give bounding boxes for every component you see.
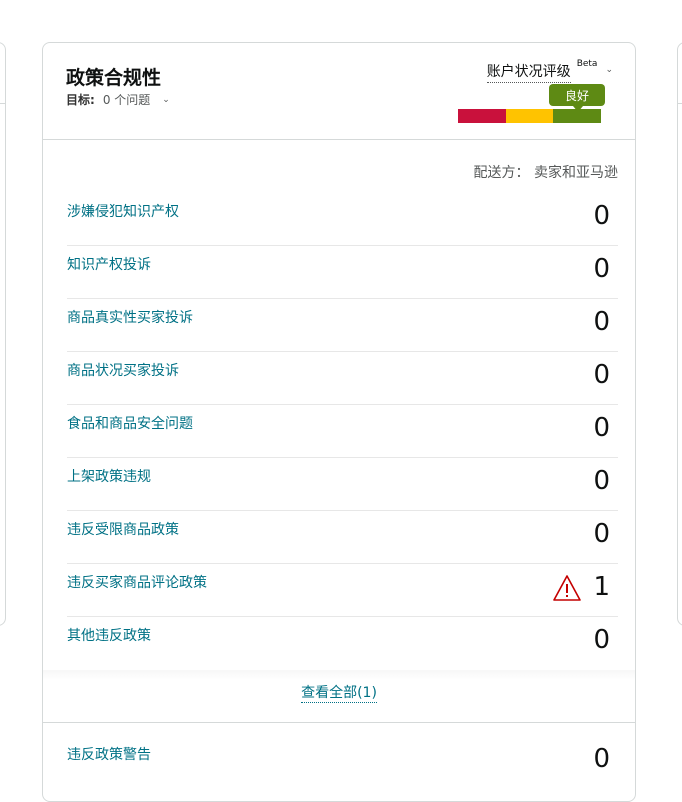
ahr-label[interactable]: 账户状况评级 — [486, 61, 571, 83]
violation-count: 1 — [593, 572, 610, 602]
target-value: 0 个问题 — [102, 93, 151, 107]
violation-list: 涉嫌侵犯知识产权 0 知识产权投诉 0 商品真实性买家投诉 0 商品状况买家投诉… — [67, 193, 618, 670]
violation-row: 其他违反政策 0 — [67, 617, 618, 670]
violation-row: 上架政策违规 0 — [67, 458, 618, 511]
violation-count: 0 — [593, 254, 610, 284]
violation-link[interactable]: 其他违反政策 — [67, 625, 151, 645]
fulfillment-filter: 配送方： 卖家和亚马逊 — [473, 165, 618, 181]
violation-count: 0 — [593, 201, 610, 231]
violation-link[interactable]: 商品真实性买家投诉 — [67, 307, 193, 327]
account-health-rating-header[interactable]: 账户状况评级 Beta ⌄ — [486, 59, 613, 83]
violation-link[interactable]: 违反买家商品评论政策 — [67, 572, 207, 592]
beta-badge: Beta — [576, 59, 598, 69]
card-body: 配送方： 卖家和亚马逊 涉嫌侵犯知识产权 0 知识产权投诉 0 商品真实性买家投… — [43, 140, 635, 670]
violation-row: 商品真实性买家投诉 0 — [67, 299, 618, 352]
ahr-status-badge: 良好 — [549, 84, 605, 112]
ahr-bar-green-segment — [553, 109, 602, 123]
policy-warning-link[interactable]: 违反政策警告 — [67, 744, 151, 764]
violation-link[interactable]: 知识产权投诉 — [67, 254, 151, 274]
violation-count: 0 — [593, 519, 610, 549]
view-all-section: 查看全部(1) — [43, 670, 635, 722]
violation-count: 0 — [593, 625, 610, 655]
ahr-bar-red-segment — [458, 109, 506, 123]
chevron-down-icon[interactable]: ⌄ — [605, 65, 613, 75]
ahr-rating-bar — [458, 109, 602, 123]
violation-row: 涉嫌侵犯知识产权 0 — [67, 193, 618, 246]
violation-row: 违反受限商品政策 0 — [67, 511, 618, 564]
card-title: 政策合规性 — [66, 67, 162, 89]
card-header: 政策合规性 目标: 0 个问题 ⌄ 账户状况评级 Beta ⌄ 良好 — [43, 43, 635, 140]
policy-warnings-section: 违反政策警告 0 — [43, 722, 635, 776]
violation-link[interactable]: 上架政策违规 — [67, 466, 151, 486]
violation-link[interactable]: 商品状况买家投诉 — [67, 360, 179, 380]
adjacent-card-right — [677, 42, 682, 626]
view-all-link[interactable]: 查看全部(1) — [301, 682, 377, 703]
violation-count: 0 — [593, 466, 610, 496]
violation-link[interactable]: 涉嫌侵犯知识产权 — [67, 201, 179, 221]
policy-warning-count: 0 — [593, 744, 610, 774]
violation-count: 0 — [593, 360, 610, 390]
violation-count: 0 — [593, 307, 610, 337]
violation-row: 违反买家商品评论政策 1 — [67, 564, 618, 617]
policy-compliance-card: 政策合规性 目标: 0 个问题 ⌄ 账户状况评级 Beta ⌄ 良好 配送方： … — [42, 42, 636, 802]
policy-warning-row: 违反政策警告 0 — [67, 723, 618, 776]
violation-row: 商品状况买家投诉 0 — [67, 352, 618, 405]
violation-row: 知识产权投诉 0 — [67, 246, 618, 299]
target-selector[interactable]: 目标: 0 个问题 ⌄ — [66, 91, 170, 108]
violation-link[interactable]: 违反受限商品政策 — [67, 519, 179, 539]
violation-link[interactable]: 食品和商品安全问题 — [67, 413, 193, 433]
violation-count: 0 — [593, 413, 610, 443]
ahr-bar-yellow-segment — [505, 109, 554, 123]
warning-icon — [553, 575, 581, 601]
violation-row: 食品和商品安全问题 0 — [67, 405, 618, 458]
chevron-down-icon[interactable]: ⌄ — [162, 95, 170, 105]
adjacent-card-left — [0, 42, 6, 626]
target-label: 目标: — [66, 93, 95, 107]
